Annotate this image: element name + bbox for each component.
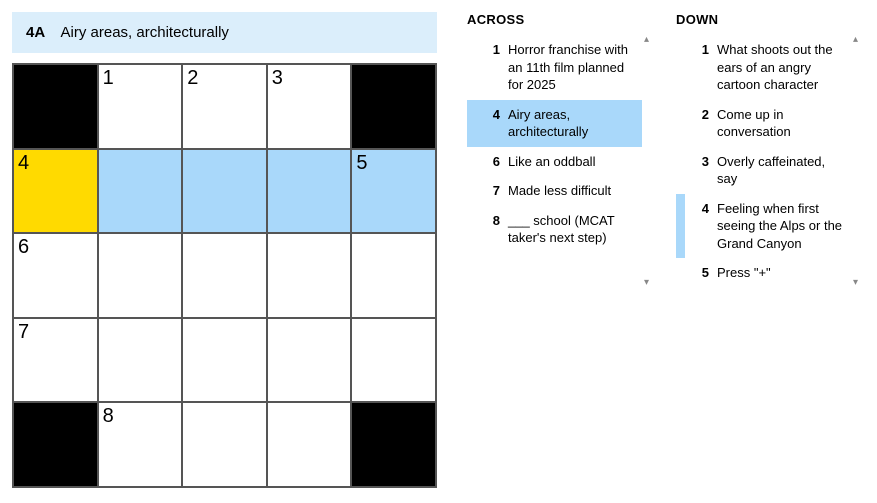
grid-cell[interactable]	[98, 149, 183, 234]
crossword-container: 4A Airy areas, architecturally 12345678 …	[12, 12, 865, 488]
clue-number: 4	[689, 200, 709, 253]
current-clue-bar: 4A Airy areas, architecturally	[12, 12, 437, 53]
grid-cell[interactable]	[182, 402, 267, 487]
across-clue[interactable]: 4Airy areas, architecturally	[467, 100, 642, 147]
clue-number: 1	[689, 41, 709, 94]
clue-text: Press "+"	[717, 264, 843, 282]
cell-number: 8	[103, 405, 114, 428]
current-clue-id: 4A	[26, 24, 45, 41]
current-clue-text: Airy areas, architecturally	[61, 24, 229, 41]
clue-text: Airy areas, architecturally	[508, 106, 634, 141]
clue-text: Like an oddball	[508, 153, 634, 171]
clue-number: 1	[480, 41, 500, 94]
clue-text: Feeling when first seeing the Alps or th…	[717, 200, 843, 253]
clue-text: What shoots out the ears of an angry car…	[717, 41, 843, 94]
scroll-up-icon: ▴	[644, 34, 656, 45]
scroll-indicator: ▴ ▾	[644, 34, 656, 288]
grid-cell[interactable]	[267, 402, 352, 487]
clue-lists: ACROSS 1Horror franchise with an 11th fi…	[467, 12, 865, 288]
clue-number: 6	[480, 153, 500, 171]
cell-number: 4	[18, 152, 29, 175]
clue-text: Horror franchise with an 11th film plann…	[508, 41, 634, 94]
clue-number: 5	[689, 264, 709, 282]
across-list: 1Horror franchise with an 11th film plan…	[467, 35, 642, 253]
grid-cell-black	[351, 64, 436, 149]
grid-cell[interactable]	[267, 149, 352, 234]
grid-cell[interactable]	[267, 318, 352, 403]
grid-cell[interactable]: 6	[13, 233, 98, 318]
down-list: 1What shoots out the ears of an angry ca…	[676, 35, 851, 288]
grid-cell-black	[351, 402, 436, 487]
cell-number: 6	[18, 236, 29, 259]
scroll-down-icon: ▾	[644, 277, 656, 288]
clue-number: 4	[480, 106, 500, 141]
across-clue[interactable]: 6 Like an oddball	[467, 147, 642, 177]
grid-cell[interactable]: 4	[13, 149, 98, 234]
down-clue[interactable]: 1What shoots out the ears of an angry ca…	[676, 35, 851, 100]
clue-number: 7	[480, 182, 500, 200]
down-clue[interactable]: 2Come up in conversation	[676, 100, 851, 147]
grid-cell[interactable]: 8	[98, 402, 183, 487]
down-title: DOWN	[676, 12, 851, 27]
grid-cell[interactable]	[351, 318, 436, 403]
grid-cell[interactable]	[98, 233, 183, 318]
grid-cell[interactable]	[351, 233, 436, 318]
grid-cell[interactable]: 2	[182, 64, 267, 149]
grid-cell[interactable]	[98, 318, 183, 403]
cell-number: 2	[187, 67, 198, 90]
grid-cell-black	[13, 64, 98, 149]
across-title: ACROSS	[467, 12, 642, 27]
cell-number: 1	[103, 67, 114, 90]
cell-number: 7	[18, 321, 29, 344]
cell-number: 3	[272, 67, 283, 90]
across-clue[interactable]: 7 Made less difficult	[467, 176, 642, 206]
grid-cell-black	[13, 402, 98, 487]
grid-cell[interactable]	[182, 318, 267, 403]
clue-number: 3	[689, 153, 709, 188]
clue-number: 8	[480, 212, 500, 247]
grid-cell[interactable]: 1	[98, 64, 183, 149]
left-panel: 4A Airy areas, architecturally 1 2 3 4 5 6 7 8	[12, 12, 437, 488]
scroll-indicator: ▴ ▾	[853, 34, 865, 288]
cell-number: 5	[356, 152, 367, 175]
grid-cell[interactable]	[182, 233, 267, 318]
grid-cell[interactable]: 5	[351, 149, 436, 234]
clue-text: Made less difficult	[508, 182, 634, 200]
across-clue[interactable]: 1Horror franchise with an 11th film plan…	[467, 35, 642, 100]
down-clue[interactable]: 4Feeling when first seeing the Alps or t…	[676, 194, 851, 259]
scroll-down-icon: ▾	[853, 277, 865, 288]
clue-text: Come up in conversation	[717, 106, 843, 141]
scroll-up-icon: ▴	[853, 34, 865, 45]
grid-cell[interactable]: 7	[13, 318, 98, 403]
across-column: ACROSS 1Horror franchise with an 11th fi…	[467, 12, 656, 288]
down-column: DOWN 1What shoots out the ears of an ang…	[676, 12, 865, 288]
clue-text: ___ school (MCAT taker's next step)	[508, 212, 634, 247]
down-clue[interactable]: 5 Press "+"	[676, 258, 851, 288]
clue-text: Overly caffeinated, say	[717, 153, 843, 188]
grid-cell[interactable]	[267, 233, 352, 318]
across-clue[interactable]: 8___ school (MCAT taker's next step)	[467, 206, 642, 253]
down-clue[interactable]: 3Overly caffeinated, say	[676, 147, 851, 194]
grid-cell[interactable]: 3	[267, 64, 352, 149]
crossword-grid[interactable]: 1 2 3 4 5 6 7 8	[12, 63, 437, 488]
grid-cell[interactable]	[182, 149, 267, 234]
clue-number: 2	[689, 106, 709, 141]
